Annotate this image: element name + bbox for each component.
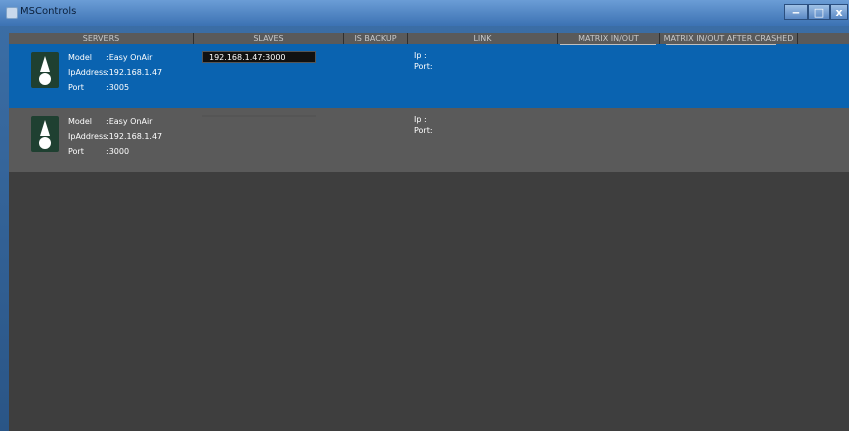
model-value: :Easy OnAir: [106, 117, 153, 126]
server-row[interactable]: Model:Easy OnAir IpAddress:192.168.1.47 …: [9, 44, 849, 108]
model-label: Model: [68, 117, 93, 126]
slave-combobox[interactable]: 192.168.1.47:3000: [202, 51, 316, 63]
column-servers[interactable]: SERVERS: [9, 33, 194, 44]
port-value: :3005: [106, 83, 130, 92]
close-button[interactable]: x: [830, 4, 848, 20]
column-matrix-in-out[interactable]: MATRIX IN/OUT: [558, 33, 660, 44]
link-port-label: Port:: [414, 126, 433, 135]
minimize-button[interactable]: ‒: [784, 4, 808, 20]
title-bar: MSControls ‒ □ x: [0, 0, 849, 26]
link-info: Ip : Port:: [414, 50, 433, 72]
server-icon: [31, 116, 59, 152]
port-label: Port: [68, 147, 84, 156]
link-ip-label: Ip :: [414, 51, 427, 60]
matrix-in-out-field[interactable]: [560, 44, 656, 45]
server-list: Model:Easy OnAir IpAddress:192.168.1.47 …: [9, 44, 849, 172]
ip-label: IpAddress: [68, 132, 108, 141]
empty-list-area: [9, 172, 849, 431]
ip-label: IpAddress: [68, 68, 108, 77]
matrix-after-crashed-field[interactable]: [666, 44, 776, 45]
slave-combobox[interactable]: [202, 115, 316, 117]
client-area: SERVERS SLAVES IS BACKUP LINK MATRIX IN/…: [9, 33, 849, 431]
column-slaves[interactable]: SLAVES: [194, 33, 344, 44]
link-ip-label: Ip :: [414, 115, 427, 124]
port-value: :3000: [106, 147, 130, 156]
column-matrix-after-crashed[interactable]: MATRIX IN/OUT AFTER CRASHED: [660, 33, 798, 44]
model-value: :Easy OnAir: [106, 53, 153, 62]
column-link[interactable]: LINK: [408, 33, 558, 44]
window-title: MSControls: [20, 6, 77, 17]
column-header: SERVERS SLAVES IS BACKUP LINK MATRIX IN/…: [9, 33, 849, 44]
port-label: Port: [68, 83, 84, 92]
server-info: Model:Easy OnAir IpAddress:192.168.1.47 …: [68, 114, 162, 159]
column-is-backup[interactable]: IS BACKUP: [344, 33, 408, 44]
server-info: Model:Easy OnAir IpAddress:192.168.1.47 …: [68, 50, 162, 95]
maximize-button[interactable]: □: [808, 4, 830, 20]
server-icon: [31, 52, 59, 88]
app-icon: [6, 7, 18, 19]
model-label: Model: [68, 53, 93, 62]
link-info: Ip : Port:: [414, 114, 433, 136]
server-row[interactable]: Model:Easy OnAir IpAddress:192.168.1.47 …: [9, 108, 849, 172]
link-port-label: Port:: [414, 62, 433, 71]
ip-value: :192.168.1.47: [106, 68, 163, 77]
ip-value: :192.168.1.47: [106, 132, 163, 141]
main-window: MSControls ‒ □ x SERVERS SLAVES IS BACKU…: [0, 0, 849, 431]
